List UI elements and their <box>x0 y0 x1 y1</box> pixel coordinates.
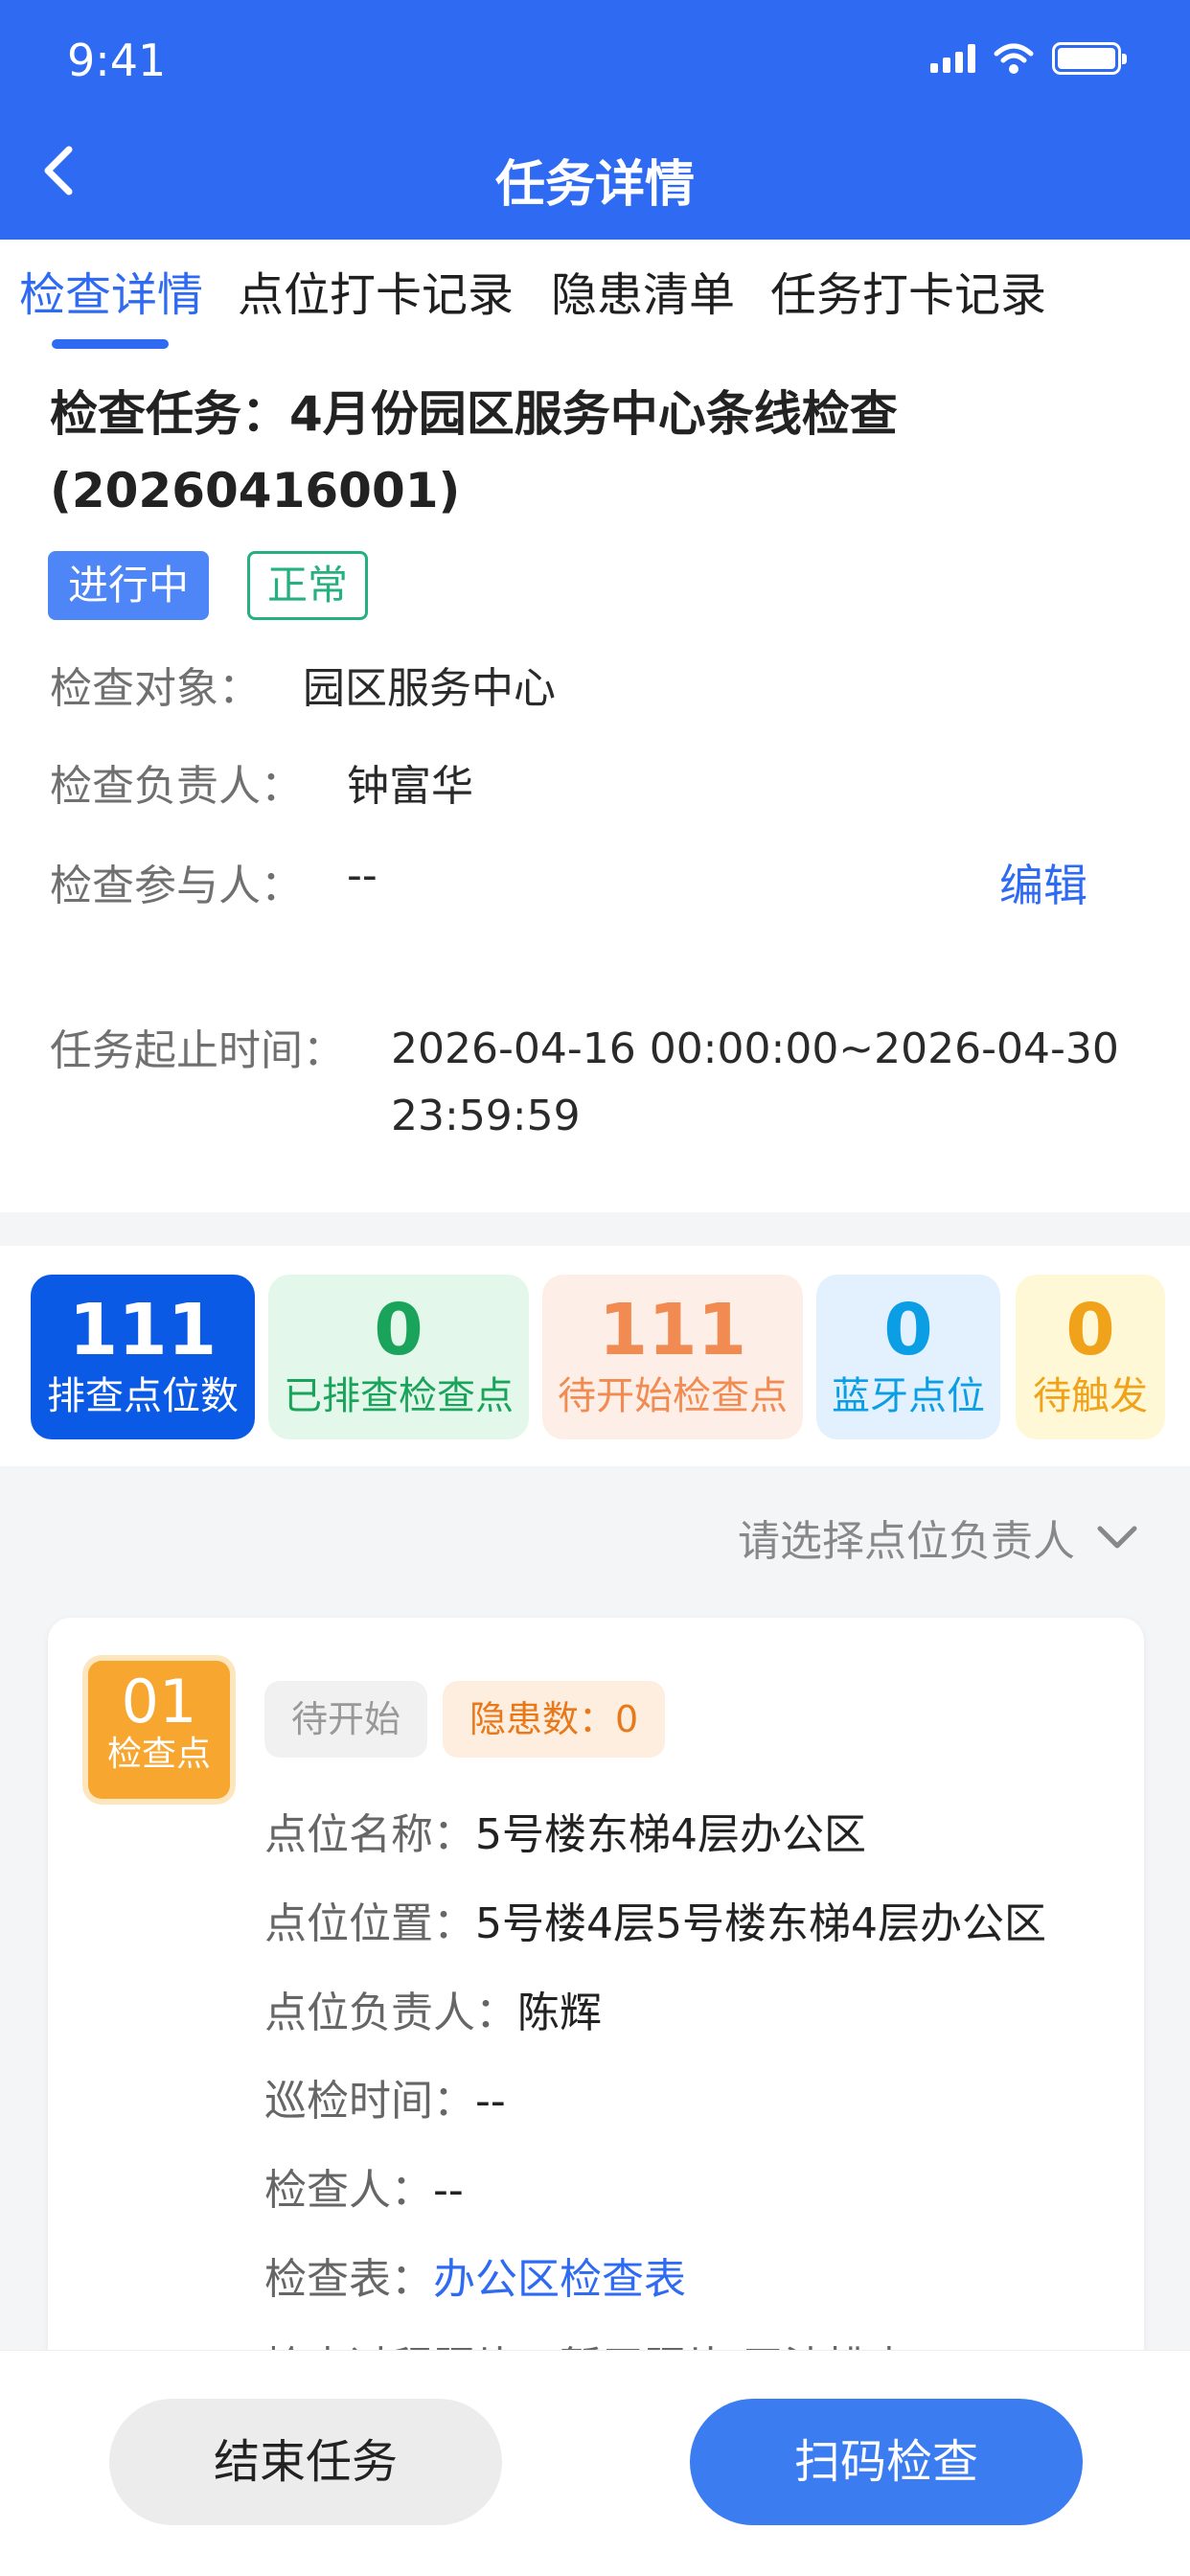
task-info-section: 检查任务：4月份园区服务中心条线检查(20260416001) 进行中 正常 检… <box>0 355 1190 1212</box>
stat-value: 0 <box>1065 1289 1115 1371</box>
page-title: 任务详情 <box>494 156 695 214</box>
bottom-action-bar: 结束任务 扫码检查 <box>0 2350 1190 2576</box>
tab-bar: 检查详情 点位打卡记录 隐患清单 任务打卡记录 <box>0 240 1190 355</box>
stats-row: 111 排查点位数 0 已排查检查点 111 待开始检查点 0 蓝牙点位 0 待… <box>0 1246 1190 1466</box>
end-task-button[interactable]: 结束任务 <box>109 2399 502 2525</box>
badge-label: 检查点 <box>106 1735 211 1774</box>
stat-value: 111 <box>598 1289 747 1371</box>
status-badge: 进行中 <box>48 551 210 620</box>
owner-value: 钟富华 <box>347 762 473 811</box>
checklist-link[interactable]: 办公区检查表 <box>433 2255 686 2304</box>
inspector-row: 检查人：-- <box>264 2155 464 2217</box>
edit-participants-link[interactable]: 编辑 <box>999 851 1087 914</box>
stat-label: 蓝牙点位 <box>832 1374 985 1418</box>
owner-label: 检查负责人： <box>50 762 303 811</box>
status-icons <box>930 42 1127 75</box>
point-owner-row: 点位负责人：陈辉 <box>264 1978 602 2039</box>
checkpoint-status-chip: 待开始 <box>264 1681 428 1758</box>
row-key: 点位位置： <box>264 1899 475 1948</box>
stat-checked-points[interactable]: 0 已排查检查点 <box>268 1275 529 1439</box>
object-value: 园区服务中心 <box>303 664 556 713</box>
stat-bluetooth-points[interactable]: 0 蓝牙点位 <box>816 1275 1000 1439</box>
point-location-row: 点位位置：5号楼4层5号楼东梯4层办公区 <box>264 1889 1046 1950</box>
header: 9:41 任务详情 <box>0 0 1190 240</box>
stat-label: 待开始检查点 <box>558 1374 788 1418</box>
object-label: 检查对象： <box>50 664 261 713</box>
row-key: 巡检时间： <box>264 2077 475 2126</box>
battery-icon <box>1052 42 1127 75</box>
status-time: 9:41 <box>67 34 167 86</box>
tab-inspection-details[interactable]: 检查详情 <box>19 257 203 324</box>
stat-label: 待触发 <box>1033 1374 1148 1418</box>
cellular-signal-icon <box>930 44 975 73</box>
stat-value: 0 <box>374 1289 423 1371</box>
checklist-row: 检查表：办公区检查表 <box>264 2244 686 2306</box>
row-value: -- <box>475 2077 506 2126</box>
row-key: 点位名称： <box>264 1810 475 1859</box>
hazard-count-chip: 隐患数：0 <box>443 1681 666 1758</box>
scan-check-button[interactable]: 扫码检查 <box>690 2399 1083 2525</box>
stat-label: 排查点位数 <box>47 1374 239 1418</box>
task-title: 检查任务：4月份园区服务中心条线检查(20260416001) <box>50 386 898 518</box>
row-value: 5号楼东梯4层办公区 <box>475 1810 866 1859</box>
point-owner-filter[interactable]: 请选择点位负责人 <box>738 1506 1138 1568</box>
time-label: 任务起止时间： <box>50 1026 345 1075</box>
row-key: 点位负责人： <box>264 1989 517 2037</box>
checkpoint-number-badge: 01 检查点 <box>88 1661 230 1799</box>
stat-pending-trigger[interactable]: 0 待触发 <box>1016 1275 1165 1439</box>
badge-number: 01 <box>121 1667 197 1736</box>
filter-placeholder: 请选择点位负责人 <box>738 1517 1075 1566</box>
stat-pending-points[interactable]: 111 待开始检查点 <box>542 1275 803 1439</box>
tab-hazard-list[interactable]: 隐患清单 <box>551 257 735 324</box>
active-tab-indicator <box>52 339 169 349</box>
stat-value: 0 <box>883 1289 933 1371</box>
condition-badge: 正常 <box>247 551 369 620</box>
participants-label: 检查参与人： <box>50 862 303 910</box>
stat-value: 111 <box>68 1289 217 1371</box>
chevron-down-icon <box>1097 1526 1137 1549</box>
point-name-row: 点位名称：5号楼东梯4层办公区 <box>264 1800 866 1861</box>
row-value: -- <box>433 2166 464 2215</box>
stat-label: 已排查检查点 <box>284 1374 514 1418</box>
patrol-time-row: 巡检时间：-- <box>264 2066 506 2128</box>
participants-value: -- <box>347 851 378 900</box>
row-value: 陈辉 <box>517 1989 602 2037</box>
tab-task-checkin-records[interactable]: 任务打卡记录 <box>770 257 1046 324</box>
row-key: 检查表： <box>264 2255 433 2304</box>
row-value: 5号楼4层5号楼东梯4层办公区 <box>475 1899 1046 1948</box>
tab-point-checkin-records[interactable]: 点位打卡记录 <box>238 257 514 324</box>
row-key: 检查人： <box>264 2166 433 2215</box>
wifi-icon <box>994 43 1034 74</box>
time-value: 2026-04-16 00:00:00~2026-04-30 23:59:59 <box>391 1024 1119 1140</box>
stat-total-points[interactable]: 111 排查点位数 <box>31 1275 255 1439</box>
